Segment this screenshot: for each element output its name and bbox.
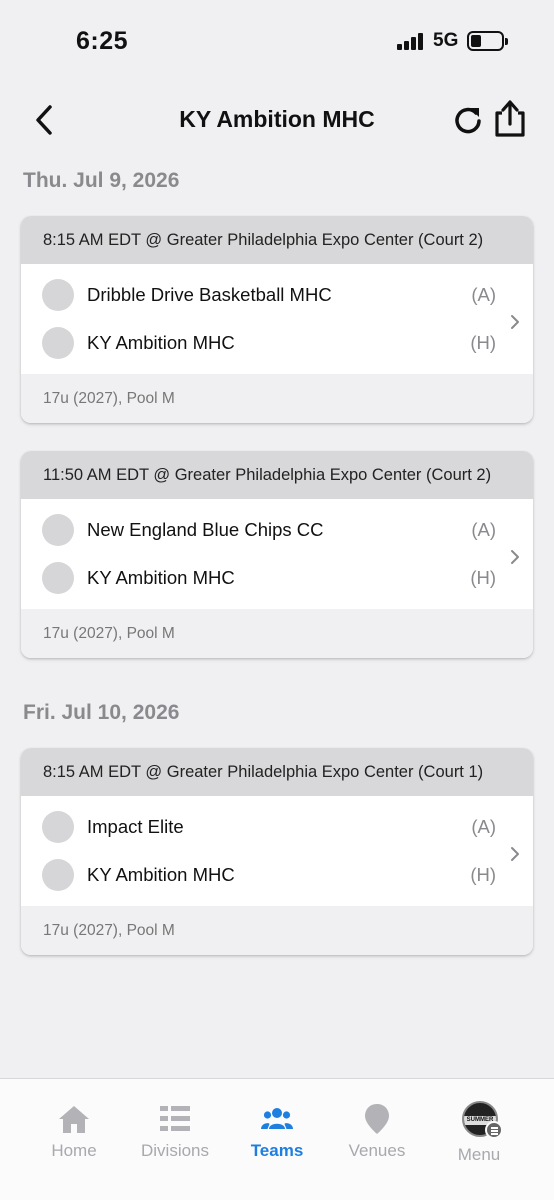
team-name: KY Ambition MHC — [87, 864, 235, 885]
battery-icon — [467, 31, 508, 51]
network-type: 5G — [433, 30, 459, 51]
team-name: KY Ambition MHC — [87, 567, 235, 588]
tab-bar: Home Divisions Teams Venues SUMMER Menu — [0, 1078, 554, 1200]
menu-icon — [485, 1121, 503, 1139]
game-card[interactable]: 8:15 AM EDT @ Greater Philadelphia Expo … — [21, 216, 533, 423]
divisions-icon — [160, 1106, 190, 1131]
map-pin-icon — [365, 1104, 389, 1134]
team-side: (H) — [470, 332, 496, 353]
game-time-venue: 8:15 AM EDT @ Greater Philadelphia Expo … — [21, 748, 533, 796]
refresh-icon — [455, 107, 481, 134]
chevron-right-icon — [511, 315, 519, 329]
day-heading: Fri. Jul 10, 2026 — [23, 701, 180, 724]
team-row: New England Blue Chips CC (A) — [21, 506, 533, 554]
chevron-right-icon — [511, 550, 519, 564]
team-name: Impact Elite — [87, 816, 184, 837]
share-icon — [495, 100, 525, 137]
tab-venues[interactable]: Venues — [327, 1079, 427, 1179]
team-name: KY Ambition MHC — [87, 332, 235, 353]
game-card[interactable]: 8:15 AM EDT @ Greater Philadelphia Expo … — [21, 748, 533, 955]
team-side: (H) — [470, 567, 496, 588]
game-division: 17u (2027), Pool M — [21, 374, 533, 423]
game-time-venue: 11:50 AM EDT @ Greater Philadelphia Expo… — [21, 451, 533, 499]
team-row: KY Ambition MHC (H) — [21, 554, 533, 602]
team-name: Dribble Drive Basketball MHC — [87, 284, 332, 305]
team-side: (A) — [471, 519, 496, 540]
tab-label: Venues — [348, 1141, 406, 1160]
game-division: 17u (2027), Pool M — [21, 906, 533, 955]
status-time: 6:25 — [76, 27, 129, 55]
home-icon — [59, 1106, 89, 1133]
team-logo — [42, 514, 74, 546]
game-card[interactable]: 11:50 AM EDT @ Greater Philadelphia Expo… — [21, 451, 533, 658]
team-logo — [42, 811, 74, 843]
tab-menu[interactable]: SUMMER Menu — [429, 1079, 529, 1179]
team-side: (H) — [470, 864, 496, 885]
share-button[interactable] — [493, 98, 527, 138]
tab-teams[interactable]: Teams — [227, 1079, 327, 1179]
refresh-button[interactable] — [451, 102, 485, 136]
team-logo — [42, 279, 74, 311]
tab-home[interactable]: Home — [24, 1079, 124, 1179]
game-time-venue: 8:15 AM EDT @ Greater Philadelphia Expo … — [21, 216, 533, 264]
chevron-right-icon — [511, 847, 519, 861]
game-division: 17u (2027), Pool M — [21, 609, 533, 658]
team-side: (A) — [471, 816, 496, 837]
day-heading: Thu. Jul 9, 2026 — [23, 169, 180, 192]
team-row: KY Ambition MHC (H) — [21, 319, 533, 367]
team-row: Impact Elite (A) — [21, 803, 533, 851]
schedule-list: Thu. Jul 9, 2026 8:15 AM EDT @ Greater P… — [0, 160, 554, 955]
team-logo — [42, 562, 74, 594]
nav-header: KY Ambition MHC — [0, 90, 554, 150]
tab-label: Menu — [457, 1145, 501, 1164]
team-logo — [42, 859, 74, 891]
team-logo — [42, 327, 74, 359]
team-row: Dribble Drive Basketball MHC (A) — [21, 271, 533, 319]
team-row: KY Ambition MHC (H) — [21, 851, 533, 899]
tab-label: Divisions — [140, 1141, 210, 1160]
teams-icon — [261, 1108, 293, 1129]
tab-label: Teams — [250, 1141, 304, 1160]
tab-label: Home — [51, 1141, 97, 1160]
signal-icon — [397, 33, 425, 50]
status-bar: 6:25 5G — [0, 0, 554, 80]
team-name: New England Blue Chips CC — [87, 519, 324, 540]
tab-divisions[interactable]: Divisions — [125, 1079, 225, 1179]
team-side: (A) — [471, 284, 496, 305]
